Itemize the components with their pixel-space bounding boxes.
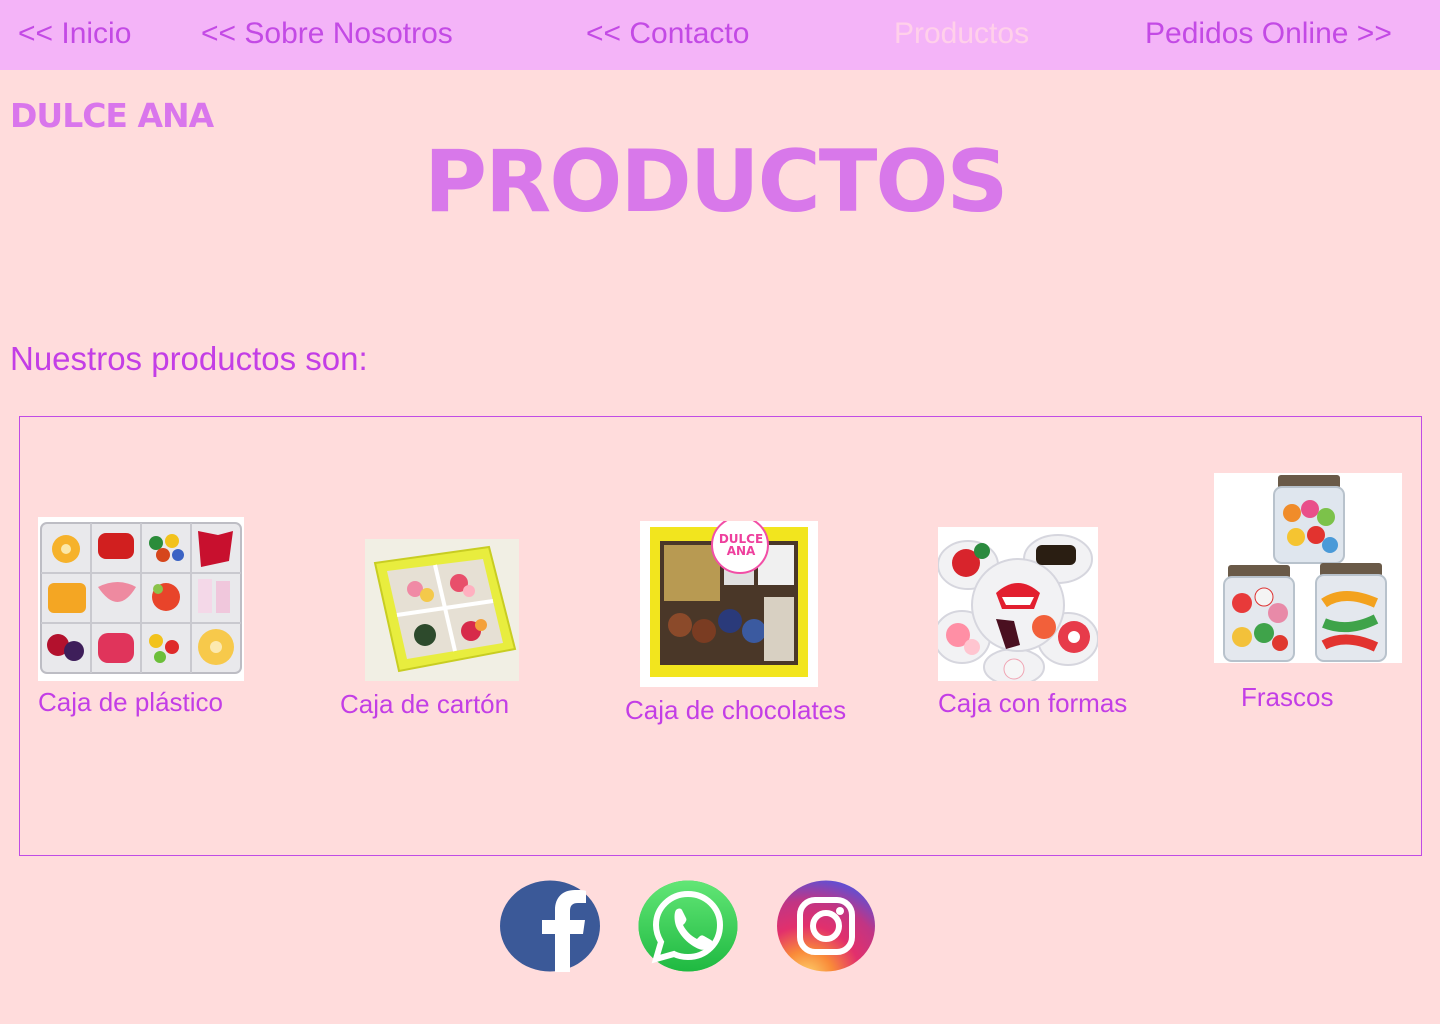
dulce-ana-badge: DULCE ANA xyxy=(718,532,764,558)
cardboard-box-image[interactable] xyxy=(365,539,519,681)
product-label[interactable]: Frascos xyxy=(1241,682,1333,712)
product-label[interactable]: Caja de plástico xyxy=(38,687,223,717)
nav-link-inicio[interactable]: << Inicio xyxy=(18,16,131,52)
plastic-box-image[interactable] xyxy=(38,517,244,681)
nav-link-contacto[interactable]: << Contacto xyxy=(586,16,749,52)
products-gallery: Caja de plástico Caja de cartón DULCE AN… xyxy=(19,416,1422,856)
brand-logo: DULCE ANA xyxy=(10,96,214,135)
product-label[interactable]: Caja de cartón xyxy=(340,689,509,719)
nav-link-sobre-nosotros[interactable]: << Sobre Nosotros xyxy=(201,16,453,52)
product-label[interactable]: Caja de chocolates xyxy=(625,695,846,725)
nav-link-pedidos-online[interactable]: Pedidos Online >> xyxy=(1145,16,1392,52)
page-title: PRODUCTOS xyxy=(424,132,1008,232)
shaped-box-image[interactable] xyxy=(938,527,1098,681)
top-navigation: << Inicio << Sobre Nosotros << Contacto … xyxy=(0,0,1440,70)
chocolate-box-image[interactable]: DULCE ANA xyxy=(640,521,818,687)
facebook-icon[interactable] xyxy=(499,880,601,977)
whatsapp-icon[interactable] xyxy=(638,880,738,977)
nav-link-productos[interactable]: Productos xyxy=(894,16,1029,52)
jars-image[interactable] xyxy=(1214,473,1402,663)
instagram-icon[interactable] xyxy=(776,880,876,977)
product-label[interactable]: Caja con formas xyxy=(938,688,1127,718)
intro-text: Nuestros productos son: xyxy=(10,340,368,377)
